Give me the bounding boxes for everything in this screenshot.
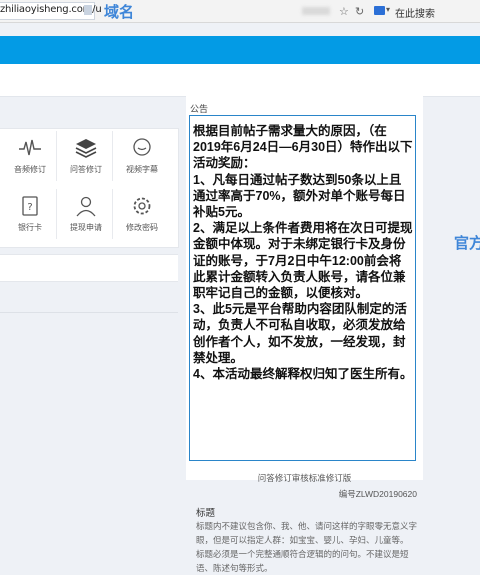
blurred-icon <box>302 7 330 15</box>
announcement-body: 根据目前帖子需求量大的原因，（在2019年6月24日—6月30日）特作出以下活动… <box>193 123 413 382</box>
bank-card-icon: ? <box>4 195 56 219</box>
browser-search-box[interactable]: 在此搜索 <box>395 5 435 20</box>
menu-tile-label: 修改密码 <box>126 223 158 232</box>
site-header-bar <box>0 36 480 64</box>
user-icon <box>60 195 112 219</box>
search-engine-icon[interactable] <box>374 6 385 15</box>
layers-icon <box>60 137 112 161</box>
left-info-strip <box>0 254 178 282</box>
refresh-icon[interactable]: ↻ <box>355 5 364 18</box>
browser-toolbar: zhiliaoyisheng.com/u 域名 ☆ ↻ ▾ 在此搜索 <box>0 0 480 23</box>
gear-icon <box>116 195 168 219</box>
announcement-panel: 公告 根据目前帖子需求量大的原因，（在2019年6月24日—6月30日）特作出以… <box>186 96 423 573</box>
divider <box>0 312 178 313</box>
site-nav-bar <box>0 64 480 97</box>
annotation-official: 官方 <box>454 235 480 252</box>
annotation-domain: 域名 <box>104 4 135 21</box>
menu-tile-change-password[interactable]: 修改密码 <box>116 189 168 239</box>
menu-tile-withdraw[interactable]: 提现申请 <box>60 189 113 239</box>
menu-tile-qa-revision[interactable]: 问答修订 <box>60 131 113 181</box>
chat-bubble-icon <box>116 137 168 161</box>
menu-tile-label: 音频修订 <box>14 165 46 174</box>
announcement-line: 2、满足以上条件者费用将在次日可提现金额中体现。对于未绑定银行卡及身份证的账号，… <box>193 221 413 301</box>
announcement-line: 4、本活动最终解释权归知了医生所有。 <box>193 367 413 382</box>
document-line: 标题必须是一个完整通顺符合逻辑的的问句。不建议是短 <box>196 549 409 559</box>
svg-text:?: ? <box>27 202 32 213</box>
waveform-icon <box>4 137 56 161</box>
menu-tile-label: 银行卡 <box>18 223 42 232</box>
document-body: 标题内不建议包含你、我、他、请问这样的字眼零无意义字 眼，但是可以指定人群：如宝… <box>196 519 418 575</box>
menu-tile-label: 提现申请 <box>70 223 102 232</box>
user-menu-panel: 音频修订 问答修订 视频字幕 ? 银行卡 提现申请 修改密码 <box>0 128 179 248</box>
menu-tile-video-subtitles[interactable]: 视频字幕 <box>116 131 168 181</box>
announcement-header: 公告 <box>190 104 209 114</box>
document-line: 标题内不建议包含你、我、他、请问这样的字眼零无意义字 <box>196 521 418 531</box>
document-code: 编号ZLWD20190620 <box>338 489 417 499</box>
announcement-line: 3、此5元是平台帮助内容团队制定的活动，负责人不可私自收取，必须发放给创作者个人… <box>193 302 407 365</box>
document-line: 眼，但是可以指定人群：如宝宝、婴儿、孕妇、儿童等。 <box>196 535 409 545</box>
menu-tile-bank-card[interactable]: ? 银行卡 <box>4 189 57 239</box>
chevron-down-icon[interactable]: ▾ <box>386 5 390 14</box>
announcement-line: 根据目前帖子需求量大的原因，（在2019年6月24日—6月30日）特作出以下活动… <box>193 124 413 171</box>
document-title: 问答修订审核标准修订版 <box>257 473 352 483</box>
star-icon[interactable]: ☆ <box>339 5 349 18</box>
document-line: 语、陈述句等形式。 <box>196 563 273 573</box>
menu-tile-label: 问答修订 <box>70 165 102 174</box>
section-heading: 标题 <box>196 508 216 519</box>
announcement-line: 1、凡每日通过帖子数达到50条以上且通过率高于70%，额外对单个账号每日补贴5元… <box>193 172 406 220</box>
menu-tile-label: 视频字幕 <box>126 165 158 174</box>
menu-tile-audio-revision[interactable]: 音频修订 <box>4 131 57 181</box>
address-bar[interactable]: zhiliaoyisheng.com/u <box>0 2 102 20</box>
address-cursor <box>84 5 92 15</box>
